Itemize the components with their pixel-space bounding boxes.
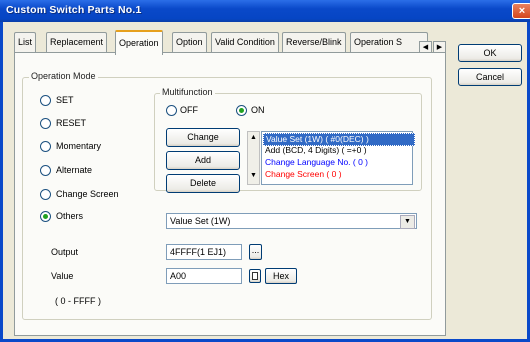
ok-button[interactable]: OK	[458, 44, 522, 62]
change-button[interactable]: Change	[166, 128, 240, 147]
list-item[interactable]: Change Language No. ( 0 )	[263, 157, 413, 168]
radio-alternate[interactable]	[40, 165, 51, 176]
add-button[interactable]: Add	[166, 151, 240, 170]
radio-reset[interactable]	[40, 118, 51, 129]
radio-on[interactable]	[236, 105, 247, 116]
list-item[interactable]: Add (BCD, 4 Digits) ( =+0 )	[263, 145, 413, 156]
others-select[interactable]: Value Set (1W) ▼	[166, 213, 417, 229]
value-label: Value	[51, 271, 74, 281]
tab-list[interactable]: List	[14, 32, 37, 53]
list-item[interactable]: Change Screen ( 0 )	[263, 169, 413, 180]
radio-set[interactable]	[40, 95, 51, 106]
radio-set-label: SET	[56, 95, 74, 105]
radio-alternate-label: Alternate	[56, 165, 93, 175]
radio-change-screen-label: Change Screen	[56, 189, 119, 199]
arrow-up-icon[interactable]: ▲	[250, 134, 257, 141]
operation-mode-legend: Operation Mode	[29, 71, 98, 81]
radio-reset-label: RESET	[56, 118, 87, 128]
output-label: Output	[51, 247, 79, 257]
arrow-right-icon: ▶	[436, 44, 443, 51]
radio-change-screen[interactable]	[40, 189, 51, 200]
keypad-icon	[252, 272, 258, 280]
list-order-spinner: ▲ ▼	[247, 131, 260, 185]
radio-off[interactable]	[166, 105, 177, 116]
close-icon: ×	[518, 5, 526, 17]
multifunction-legend: Multifunction	[160, 87, 215, 97]
tab-replacement[interactable]: Replacement	[46, 32, 108, 53]
hex-button[interactable]: Hex	[265, 268, 297, 284]
close-button[interactable]: ×	[512, 3, 530, 19]
arrow-down-icon[interactable]: ▼	[250, 172, 257, 179]
radio-on-label: ON	[251, 105, 265, 115]
window-title: Custom Switch Parts No.1	[6, 4, 142, 16]
radio-momentary[interactable]	[40, 141, 51, 152]
others-select-value: Value Set (1W)	[170, 216, 231, 226]
cancel-button[interactable]: Cancel	[458, 68, 522, 86]
radio-others-label: Others	[56, 211, 84, 221]
tab-operation[interactable]: Operation	[115, 30, 163, 55]
chevron-down-icon: ▼	[400, 215, 415, 229]
keypad-button[interactable]	[249, 269, 261, 283]
tab-strip: List Replacement Operation Option Valid …	[14, 30, 446, 55]
tab-reverse-blink[interactable]: Reverse/Blink	[282, 32, 346, 53]
radio-off-label: OFF	[180, 105, 198, 115]
value-field[interactable]: A00	[166, 268, 242, 284]
radio-momentary-label: Momentary	[56, 141, 102, 151]
value-range-text: ( 0 - FFFF )	[55, 296, 101, 306]
tab-option[interactable]: Option	[172, 32, 207, 53]
output-browse-button[interactable]: ...	[249, 244, 262, 260]
delete-button[interactable]: Delete	[166, 174, 240, 193]
tab-operation-s[interactable]: Operation S	[350, 32, 428, 53]
multifunction-list[interactable]: Value Set (1W) ( #0(DEC) ) Add (BCD, 4 D…	[261, 131, 415, 185]
output-field[interactable]: 4FFFF(1 EJ1)	[166, 244, 242, 260]
arrow-left-icon: ◀	[422, 44, 429, 51]
radio-others[interactable]	[40, 211, 51, 222]
tab-valid-condition[interactable]: Valid Condition	[211, 32, 279, 53]
